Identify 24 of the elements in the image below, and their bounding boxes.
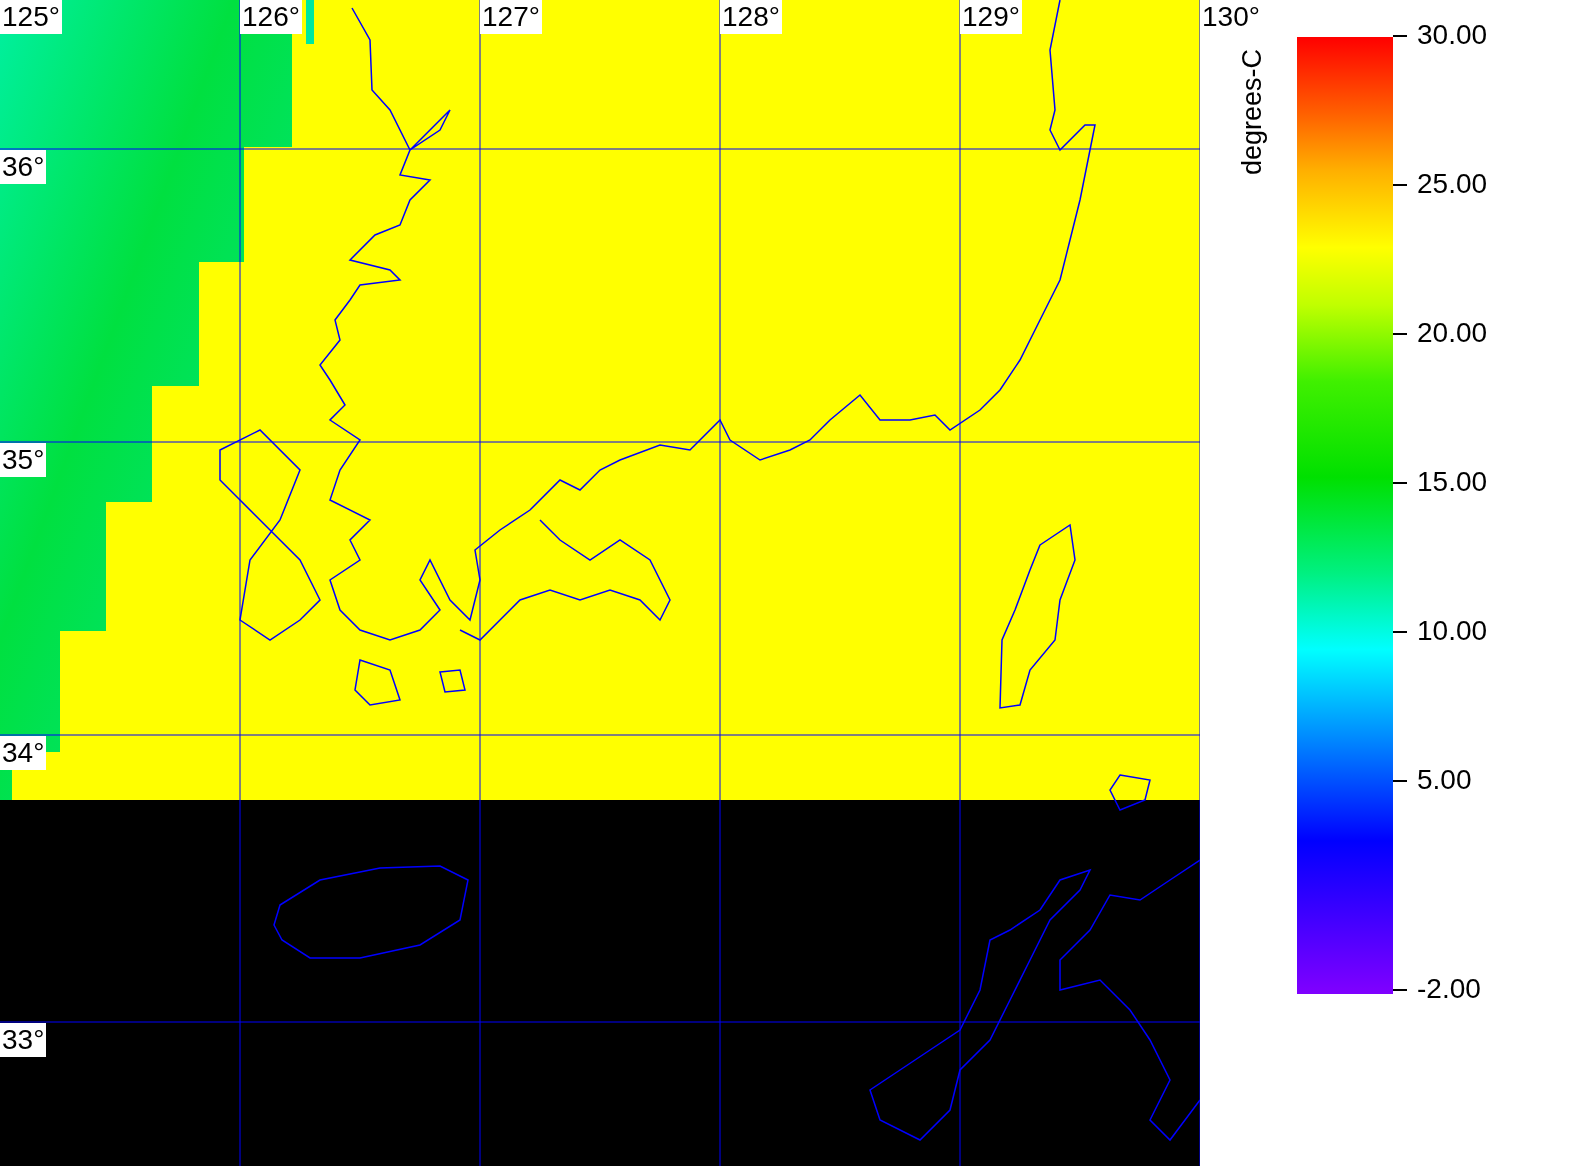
- longitude-label: 127°: [480, 0, 542, 34]
- tick-mark: [1393, 780, 1407, 782]
- latitude-label: 36°: [0, 150, 47, 184]
- tick-mark: [1393, 631, 1407, 633]
- tick-mark: [1393, 482, 1407, 484]
- tick-mark: [1393, 35, 1407, 37]
- longitude-label: 125°: [0, 0, 62, 34]
- tick-mark: [1393, 333, 1407, 335]
- tick-label: 5.00: [1417, 766, 1472, 794]
- longitude-label: 126°: [240, 0, 302, 34]
- latitude-label: 35°: [0, 443, 47, 477]
- tick-label: 25.00: [1417, 170, 1488, 198]
- colorbar-title: degrees-C: [1237, 47, 1267, 178]
- longitude-label: 129°: [960, 0, 1022, 34]
- tick-mark: [1393, 184, 1407, 186]
- tick-mark: [1393, 989, 1407, 991]
- longitude-label: 128°: [720, 0, 782, 34]
- latitude-label: 33°: [0, 1023, 47, 1057]
- latitude-label: 34°: [0, 736, 47, 770]
- tick-label: 15.00: [1417, 468, 1488, 496]
- tick-label: 20.00: [1417, 319, 1488, 347]
- tick-label: 10.00: [1417, 617, 1488, 645]
- tick-label: 30.00: [1417, 21, 1488, 49]
- tick-label: -2.00: [1417, 975, 1481, 1003]
